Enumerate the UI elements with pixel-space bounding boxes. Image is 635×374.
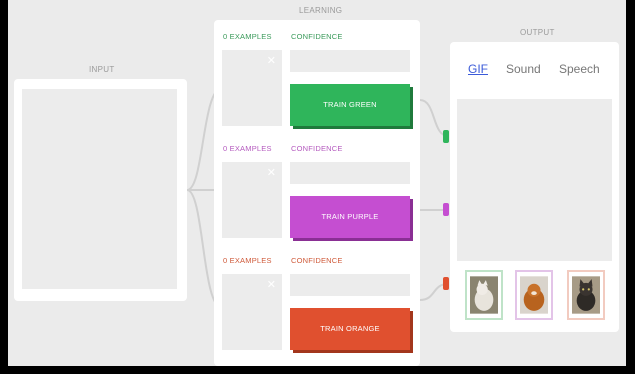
cat-gif-thumbnail[interactable] xyxy=(465,270,503,320)
webcam-input-area[interactable] xyxy=(22,89,177,289)
cat-gif-thumbnail-2[interactable] xyxy=(567,270,605,320)
orange-confidence-bar xyxy=(290,274,410,296)
close-icon[interactable]: ✕ xyxy=(267,166,276,179)
kitten-image-icon xyxy=(572,276,600,314)
tab-speech[interactable]: Speech xyxy=(559,62,600,76)
orange-confidence-label: CONFIDENCE xyxy=(291,256,343,265)
dog-gif-thumbnail[interactable] xyxy=(515,270,553,320)
dog-image-icon xyxy=(520,276,548,314)
purple-examples-label: 0 EXAMPLES xyxy=(223,144,272,153)
green-output-connector xyxy=(443,130,449,143)
purple-examples-box: ✕ xyxy=(222,162,282,238)
learning-card: 0 EXAMPLES CONFIDENCE ✕ TRAIN GREEN 0 EXAMPL… xyxy=(214,20,420,366)
train-orange-button[interactable]: TRAIN ORANGE xyxy=(290,308,410,350)
green-confidence-bar xyxy=(290,50,410,72)
close-icon[interactable]: ✕ xyxy=(267,54,276,67)
train-purple-button[interactable]: TRAIN PURPLE xyxy=(290,196,410,238)
orange-output-connector xyxy=(443,277,449,290)
cat-image-icon xyxy=(470,276,498,314)
green-examples-label: 0 EXAMPLES xyxy=(223,32,272,41)
close-icon[interactable]: ✕ xyxy=(267,278,276,291)
app-screen: INPUT LEARNING 0 EXAMPLES CONFIDENCE ✕ TRAI… xyxy=(0,0,635,374)
green-examples-box: ✕ xyxy=(222,50,282,126)
tab-gif[interactable]: GIF xyxy=(468,62,488,76)
purple-confidence-label: CONFIDENCE xyxy=(291,144,343,153)
purple-output-connector xyxy=(443,203,449,216)
workspace: INPUT LEARNING 0 EXAMPLES CONFIDENCE ✕ TRAI… xyxy=(8,0,626,366)
learning-title: LEARNING xyxy=(299,6,343,15)
output-title: OUTPUT xyxy=(520,28,555,37)
gif-output-area xyxy=(457,99,612,261)
output-card: GIF Sound Speech xyxy=(450,42,619,332)
input-title: INPUT xyxy=(89,65,115,74)
purple-confidence-bar xyxy=(290,162,410,184)
orange-examples-label: 0 EXAMPLES xyxy=(223,256,272,265)
green-confidence-label: CONFIDENCE xyxy=(291,32,343,41)
input-card xyxy=(14,79,187,301)
tab-sound[interactable]: Sound xyxy=(506,62,541,76)
orange-examples-box: ✕ xyxy=(222,274,282,350)
train-green-button[interactable]: TRAIN GREEN xyxy=(290,84,410,126)
